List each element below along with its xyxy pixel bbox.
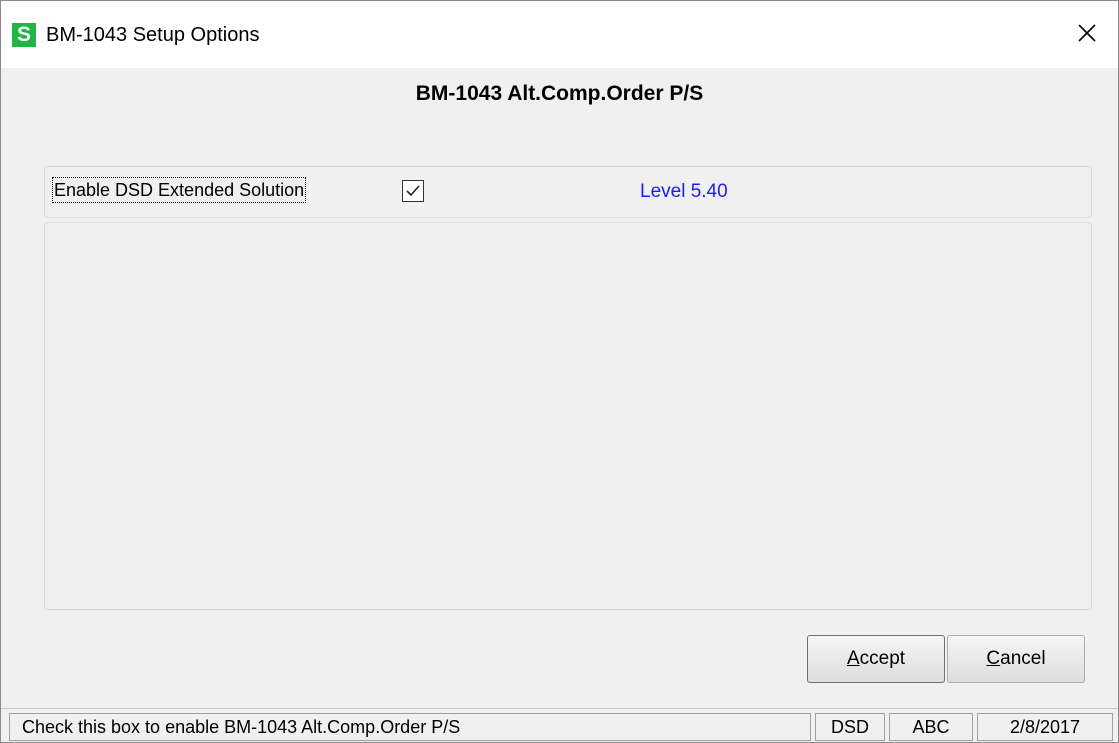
status-module: DSD: [815, 713, 885, 741]
level-version-text: Level 5.40: [640, 181, 728, 202]
status-company: ABC: [889, 713, 973, 741]
checkmark-icon: [406, 185, 420, 197]
setup-options-dialog: S BM-1043 Setup Options BM-1043 Alt.Comp…: [0, 0, 1119, 743]
cancel-button[interactable]: Cancel: [947, 635, 1085, 683]
status-date: 2/8/2017: [977, 713, 1113, 741]
close-button[interactable]: [1056, 8, 1118, 58]
settings-panel: [44, 222, 1092, 610]
status-message: Check this box to enable BM-1043 Alt.Com…: [9, 713, 811, 741]
accept-label: ccept: [859, 648, 906, 669]
close-icon: [1078, 24, 1096, 42]
enable-dsd-checkbox[interactable]: [402, 180, 424, 202]
accept-button[interactable]: Accept: [807, 635, 945, 683]
cancel-label: ancel: [1000, 648, 1046, 669]
options-panel: Enable DSD Extended Solution Level 5.40: [44, 166, 1092, 218]
title-bar: S BM-1043 Setup Options: [1, 1, 1118, 68]
status-bar: Check this box to enable BM-1043 Alt.Com…: [1, 708, 1118, 742]
cancel-mnemonic: C: [986, 648, 1001, 669]
dialog-heading: BM-1043 Alt.Comp.Order P/S: [415, 82, 704, 105]
accept-mnemonic: A: [846, 648, 860, 669]
window-title: BM-1043 Setup Options: [46, 24, 260, 46]
enable-dsd-label[interactable]: Enable DSD Extended Solution: [51, 177, 307, 203]
sage-app-icon: S: [12, 23, 36, 47]
